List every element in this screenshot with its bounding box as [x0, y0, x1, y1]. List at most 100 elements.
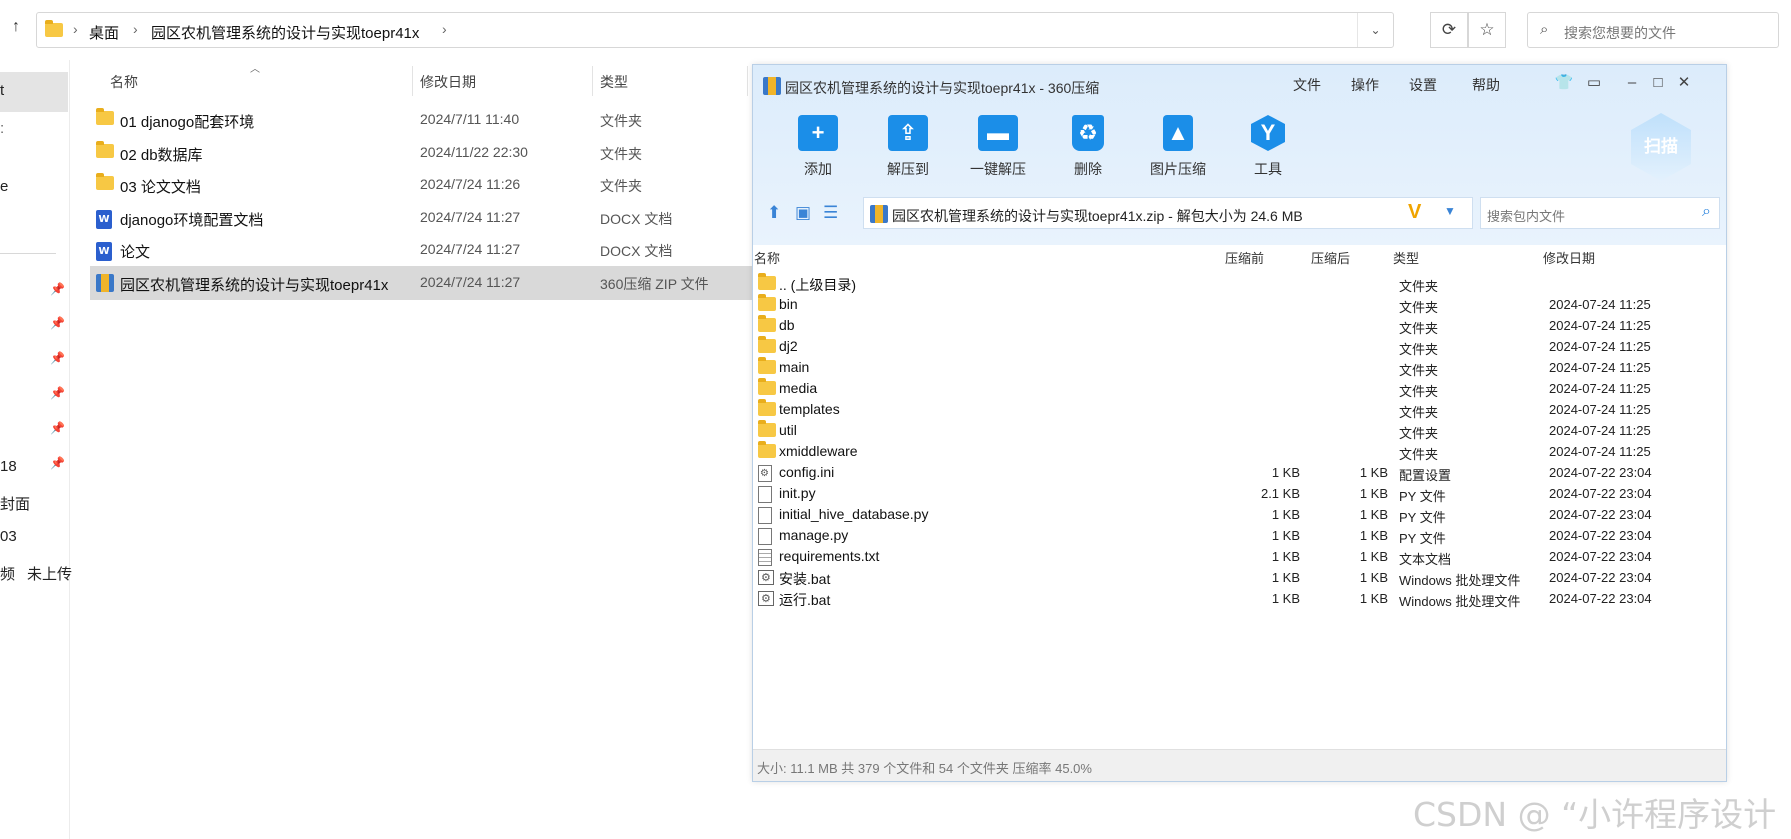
nav-item-fragment[interactable]: 18: [0, 458, 17, 475]
zip-entry-name: dj2: [779, 338, 798, 354]
zip-row[interactable]: main 文件夹 2024-07-24 11:25: [753, 357, 1726, 378]
close-icon[interactable]: ✕: [1673, 72, 1695, 94]
file-row[interactable]: 园区农机管理系统的设计与实现toepr41x 2024/7/24 11:27 360…: [90, 266, 755, 300]
file-row[interactable]: W 论文 2024/7/24 11:27 DOCX 文档: [90, 233, 755, 267]
pin-button[interactable]: ☆: [1468, 12, 1506, 48]
file-row[interactable]: 01 djanogo配套环境 2024/7/11 11:40 文件夹: [90, 103, 755, 137]
zip-row[interactable]: bin 文件夹 2024-07-24 11:25: [753, 294, 1726, 315]
zip-row[interactable]: db 文件夹 2024-07-24 11:25: [753, 315, 1726, 336]
zip-row[interactable]: 运行.bat 1 KB 1 KB Windows 批处理文件 2024-07-22 23…: [753, 588, 1726, 609]
chevron-down-icon[interactable]: ⌄: [1357, 13, 1393, 47]
batch-file-icon: [758, 591, 774, 609]
zip-entry-date: 2024-07-22 23:04: [1549, 465, 1652, 480]
nav-item-fragment[interactable]: 未上传: [27, 563, 72, 584]
nav-item-fragment[interactable]: 03: [0, 528, 17, 545]
word-document-icon: W: [96, 209, 114, 229]
zip-entry-size-after: 1 KB: [1359, 570, 1388, 585]
zip-entry-name: init.py: [779, 485, 816, 501]
file-type: DOCX 文档: [600, 243, 673, 260]
message-icon[interactable]: ▭: [1583, 72, 1605, 94]
image-compress-icon: ▲: [1163, 115, 1193, 151]
menu-operation[interactable]: 操作: [1351, 75, 1379, 95]
nav-item-fragment[interactable]: 频: [0, 563, 15, 584]
tools-button[interactable]: Y 工具: [1226, 115, 1310, 185]
folder-icon: [96, 108, 114, 129]
file-date: 2024/7/24 11:27: [420, 274, 521, 290]
menu-settings[interactable]: 设置: [1409, 75, 1437, 95]
zip-row[interactable]: initial_hive_database.py 1 KB 1 KB PY 文件 202…: [753, 504, 1726, 525]
zip-row[interactable]: dj2 文件夹 2024-07-24 11:25: [753, 336, 1726, 357]
nav-item-fragment[interactable]: 封面: [0, 493, 30, 514]
zip-column-name[interactable]: 名称: [754, 248, 780, 267]
refresh-button[interactable]: ⟳: [1430, 12, 1468, 48]
trash-icon: ♻: [1072, 115, 1104, 151]
tool-label: 图片压缩: [1150, 161, 1206, 177]
menu-file[interactable]: 文件: [1293, 75, 1321, 95]
zip-column-type[interactable]: 类型: [1393, 248, 1419, 267]
column-header-name[interactable]: 名称: [110, 72, 138, 92]
file-row[interactable]: Wdjanogo环境配置文档 2024/7/24 11:27 DOCX 文档: [90, 201, 755, 235]
v-logo-icon[interactable]: V: [1408, 201, 1421, 224]
maximize-icon[interactable]: □: [1647, 72, 1669, 94]
extract-to-button[interactable]: ⇪ 解压到: [866, 115, 950, 185]
up-level-icon[interactable]: ⬆: [767, 203, 781, 223]
address-bar[interactable]: › 桌面 › 园区农机管理系统的设计与实现toepr41x › ⌄: [36, 12, 1394, 48]
skin-icon[interactable]: 👕: [1553, 72, 1575, 94]
list-view-icon[interactable]: ☰: [823, 203, 838, 223]
add-button[interactable]: + 添加: [776, 115, 860, 185]
menu-help[interactable]: 帮助: [1472, 75, 1500, 95]
zip-row[interactable]: media 文件夹 2024-07-24 11:25: [753, 378, 1726, 399]
zip-path-bar[interactable]: 园区农机管理系统的设计与实现toepr41x.zip - 解包大小为 24.6 …: [863, 197, 1473, 229]
minimize-icon[interactable]: –: [1621, 72, 1643, 94]
chevron-right-icon: ›: [73, 21, 78, 37]
file-name: 论文: [120, 244, 151, 262]
file-row[interactable]: 03 论文文档 2024/7/24 11:26 文件夹: [90, 168, 755, 202]
zip-row[interactable]: requirements.txt 1 KB 1 KB 文本文档 2024-07-22 2…: [753, 546, 1726, 567]
zip-column-after[interactable]: 压缩后: [1311, 248, 1350, 267]
breadcrumb-folder[interactable]: 园区农机管理系统的设计与实现toepr41x: [151, 22, 419, 43]
zip-row[interactable]: util 文件夹 2024-07-24 11:25: [753, 420, 1726, 441]
zip-entry-date: 2024-07-22 23:04: [1549, 528, 1652, 543]
column-divider[interactable]: [592, 66, 593, 96]
column-header-date[interactable]: 修改日期: [420, 72, 476, 92]
zip-entry-name: manage.py: [779, 527, 849, 543]
zip-column-before[interactable]: 压缩前: [1225, 248, 1264, 267]
column-divider[interactable]: [747, 66, 748, 96]
word-document-icon: W: [96, 241, 114, 262]
explorer-toolbar: ↑ › 桌面 › 园区农机管理系统的设计与实现toepr41x › ⌄ ⟳ ☆ …: [0, 0, 1791, 60]
scan-button[interactable]: 扫描: [1631, 113, 1691, 181]
nav-item-fragment[interactable]: t: [0, 82, 4, 99]
sort-ascending-icon: ︿: [250, 64, 260, 75]
zip-row[interactable]: config.ini 1 KB 1 KB 配置设置 2024-07-22 23:04: [753, 462, 1726, 483]
search-icon[interactable]: ⌕: [1702, 203, 1711, 221]
zip-row[interactable]: manage.py 1 KB 1 KB PY 文件 2024-07-22 23:04: [753, 525, 1726, 546]
column-divider[interactable]: [412, 66, 413, 96]
thumbnail-view-icon[interactable]: ▣: [795, 203, 811, 223]
delete-button[interactable]: ♻ 删除: [1046, 115, 1130, 185]
zip-row[interactable]: xmiddleware 文件夹 2024-07-24 11:25: [753, 441, 1726, 462]
zip-row[interactable]: .. (上级目录) 文件夹: [753, 273, 1726, 294]
zip-entry-name: 安装.bat: [779, 571, 831, 587]
zip-search-input[interactable]: 搜索包内文件 ⌕: [1480, 197, 1720, 229]
zip-entry-name: main: [779, 359, 810, 375]
column-header-type[interactable]: 类型: [600, 72, 628, 92]
zip-column-date[interactable]: 修改日期: [1543, 248, 1595, 267]
image-compress-button[interactable]: ▲ 图片压缩: [1136, 115, 1220, 185]
up-arrow-icon[interactable]: ↑: [12, 18, 32, 40]
chevron-down-icon[interactable]: ▼: [1444, 204, 1456, 218]
file-type: 360压缩 ZIP 文件: [600, 276, 709, 292]
nav-item-fragment: :: [0, 120, 5, 137]
zip-row[interactable]: init.py 2.1 KB 1 KB PY 文件 2024-07-22 23:04: [753, 483, 1726, 504]
zip-entry-date: 2024-07-24 11:25: [1549, 402, 1651, 417]
explorer-search-input[interactable]: ⌕ 搜索您想要的文件: [1527, 12, 1779, 48]
one-click-extract-button[interactable]: ▬ 一键解压: [956, 115, 1040, 185]
zip-row[interactable]: 安装.bat 1 KB 1 KB Windows 批处理文件 2024-07-22 23…: [753, 567, 1726, 588]
nav-item-fragment[interactable]: e: [0, 178, 8, 195]
zip-row[interactable]: templates 文件夹 2024-07-24 11:25: [753, 399, 1726, 420]
zip-entry-type: 文件夹: [1399, 405, 1439, 420]
folder-icon: [758, 420, 776, 440]
folder-icon: [758, 399, 776, 419]
nav-selected-item[interactable]: [0, 72, 68, 112]
breadcrumb-desktop[interactable]: 桌面: [89, 22, 119, 43]
file-row[interactable]: 02 db数据库 2024/11/22 22:30 文件夹: [90, 136, 755, 170]
